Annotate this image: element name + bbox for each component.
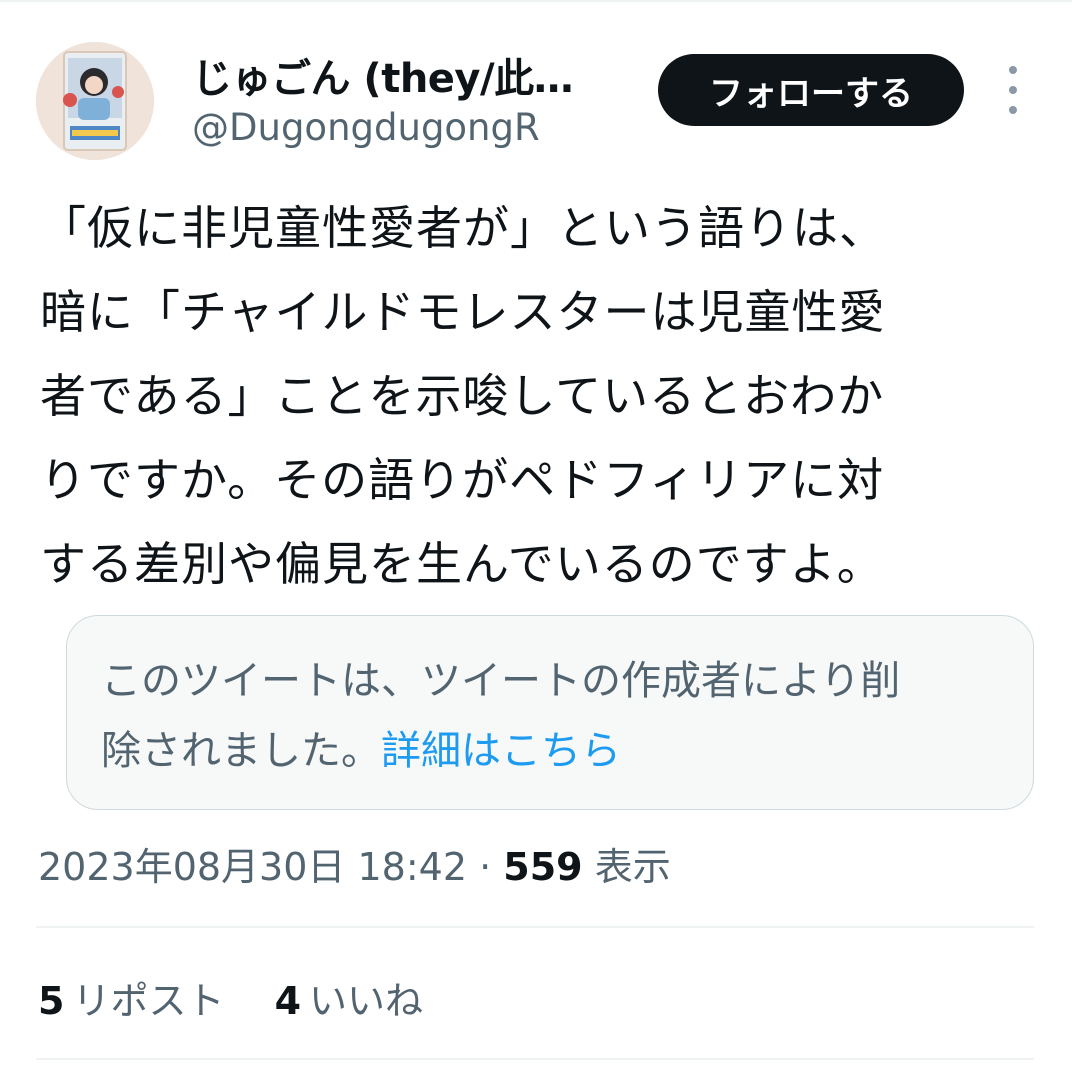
tweet-line: りですか。その語りがペドフィリアに対 [40,453,885,507]
tweet-line: する差別や偏見を生んでいるのですよ。 [40,537,884,591]
deleted-notice-line: 除されました。詳細はこちら [101,716,999,786]
views-count: 559 [503,845,583,889]
follow-button[interactable]: フォローする [658,54,964,126]
views-label: 表示 [594,845,671,889]
avatar[interactable] [36,42,154,160]
more-dot [1009,66,1017,74]
meta-separator: · [479,845,492,889]
divider [36,1058,1034,1060]
reposts-stat[interactable]: 5 リポスト [38,979,224,1023]
deleted-quote-card: このツイートは、ツイートの作成者により削 除されました。詳細はこちら [66,615,1034,810]
author-handle[interactable]: @DugongdugongR [192,106,540,149]
engagement-stats: 5 リポスト 4 いいね [38,970,461,1025]
author-display-name[interactable]: じゅごん (they/此… [192,46,573,104]
deleted-notice-line: このツイートは、ツイートの作成者により削 [101,658,901,704]
more-vertical-icon[interactable] [996,66,1030,114]
more-dot [1009,106,1017,114]
likes-count: 4 [274,979,302,1023]
tweet-text: 「仮に非児童性愛者が」という語りは、 暗に「チャイルドモレスターは児童性愛 者で… [40,186,1030,606]
reposts-count: 5 [38,979,65,1023]
likes-label: いいね [309,979,424,1023]
timestamp[interactable]: 2023年08月30日 18:42 [38,845,467,889]
divider [36,926,1034,928]
top-divider [0,0,1072,2]
deleted-notice-text: 除されました。 [101,728,381,774]
tweet-line: 「仮に非児童性愛者が」という語りは、 [40,201,886,255]
reposts-label: リポスト [72,979,225,1023]
tweet-line: 暗に「チャイルドモレスターは児童性愛 [40,285,886,339]
tweet-line: 者である」ことを示唆しているとおわか [40,369,885,423]
likes-stat[interactable]: 4 いいね [275,979,423,1023]
avatar-image [36,42,154,160]
learn-more-link[interactable]: 詳細はこちら [381,728,621,774]
more-dot [1009,86,1017,94]
tweet-meta: 2023年08月30日 18:42 · 559 表示 [38,836,671,891]
